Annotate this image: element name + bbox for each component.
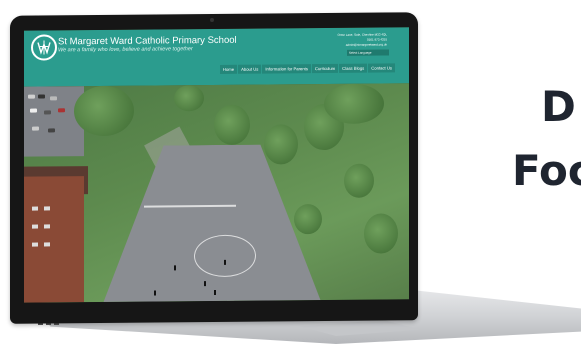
side-heading-line-2: Foc <box>512 146 581 195</box>
nav-contact-us[interactable]: Contact Us <box>368 63 395 73</box>
window <box>32 206 38 211</box>
car <box>28 94 35 99</box>
site-title[interactable]: St Margaret Ward Catholic Primary School <box>58 35 237 48</box>
tree <box>174 85 204 112</box>
aerial-photo <box>24 83 409 303</box>
nav-about-us[interactable]: About Us <box>238 64 262 74</box>
nav-class-blogs[interactable]: Class Blogs <box>339 63 368 73</box>
tree <box>364 213 398 254</box>
tree <box>344 163 374 198</box>
school-logo-icon[interactable] <box>31 34 57 61</box>
playground-court <box>102 144 322 303</box>
tree <box>74 85 134 137</box>
tree <box>324 83 384 125</box>
window <box>32 242 38 247</box>
camera <box>210 18 214 23</box>
tree <box>264 124 298 165</box>
nav-curriculum[interactable]: Curriculum <box>311 63 339 74</box>
car <box>32 126 39 131</box>
window <box>44 224 50 229</box>
tree <box>214 104 250 145</box>
person <box>224 259 226 265</box>
person <box>154 290 156 296</box>
contact-email[interactable]: admin@stmargaretward.org.uk <box>337 42 387 47</box>
window <box>44 242 50 247</box>
car <box>44 110 51 115</box>
school-building <box>24 176 84 303</box>
main-nav: Home About Us Information for Parents Cu… <box>219 63 395 74</box>
person <box>214 289 216 295</box>
window <box>32 224 38 229</box>
contact-block: Orme Lane, Sale, Cheshire M33 4QL 0161 9… <box>337 32 387 47</box>
car <box>48 128 55 133</box>
car-park <box>24 86 84 157</box>
side-heading-line-1: D <box>541 82 576 131</box>
translate-select[interactable]: Select Language <box>347 49 389 56</box>
car <box>38 94 45 99</box>
nav-information-for-parents[interactable]: Information for Parents <box>262 64 311 74</box>
site-tagline: We are a family who love, believe and ac… <box>58 46 193 54</box>
person <box>204 281 206 287</box>
window <box>44 206 50 211</box>
laptop-lid: St Margaret Ward Catholic Primary School… <box>10 12 418 324</box>
nav-home[interactable]: Home <box>219 64 238 74</box>
site-header: St Margaret Ward Catholic Primary School… <box>24 27 409 87</box>
car <box>58 108 65 113</box>
person <box>174 265 176 271</box>
car <box>50 96 57 101</box>
laptop-screen: St Margaret Ward Catholic Primary School… <box>24 27 409 303</box>
tree <box>294 204 322 235</box>
car <box>30 108 37 113</box>
